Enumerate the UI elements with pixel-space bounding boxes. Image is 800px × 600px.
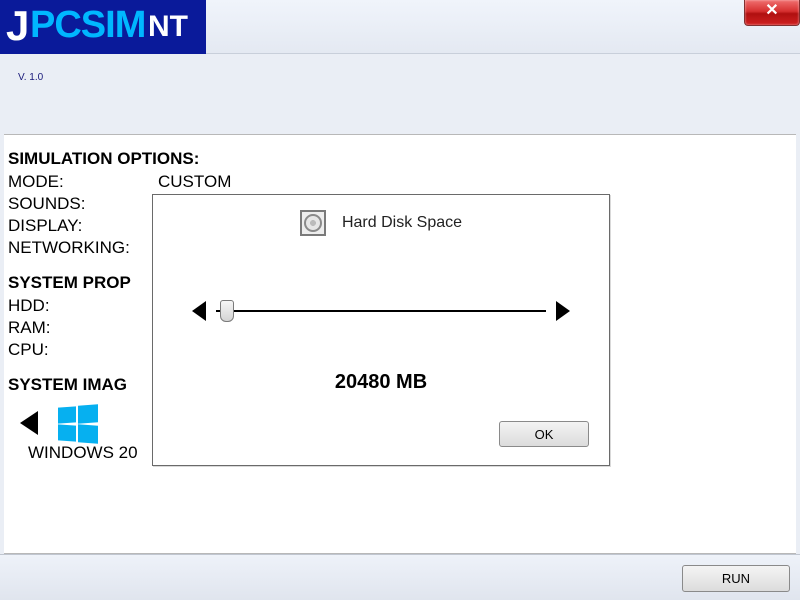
hard-disk-icon [300,210,326,236]
dialog-header: Hard Disk Space [153,195,609,251]
logo-pcsim: PCSIM [30,4,145,47]
simulation-options-heading: SIMULATION OPTIONS: [8,149,792,169]
title-bar: J PCSIM NT ✕ [0,0,800,54]
slider-row [153,299,609,323]
sounds-label: SOUNDS: [8,193,158,215]
cpu-label: CPU: [8,339,158,361]
close-button[interactable]: ✕ [744,0,800,26]
hard-disk-space-dialog: Hard Disk Space 20480 MB OK [152,194,610,466]
display-label: DISPLAY: [8,215,158,237]
mode-label: MODE: [8,171,158,193]
version-label: V. 1.0 [18,72,43,83]
run-button[interactable]: RUN [682,565,790,592]
dialog-title: Hard Disk Space [342,214,462,232]
slider-value: 20480 MB [153,371,609,394]
app-logo: J PCSIM NT [0,0,206,54]
slider-decrease-icon[interactable] [192,301,206,321]
logo-nt: NT [148,10,188,44]
slider-thumb[interactable] [220,300,234,322]
option-row-mode: MODE: CUSTOM [8,171,792,193]
close-icon: ✕ [765,2,778,19]
slider-increase-icon[interactable] [556,301,570,321]
windows-icon [58,403,98,443]
mode-value[interactable]: CUSTOM [158,171,231,193]
hdd-label: HDD: [8,295,158,317]
footer-bar: RUN [0,554,800,600]
networking-label: NETWORKING: [8,237,158,259]
slider-line [216,310,546,312]
logo-letter-j: J [6,2,29,50]
ram-label: RAM: [8,317,158,339]
imager-prev-icon[interactable] [20,411,38,435]
slider-track[interactable] [216,299,546,323]
ok-button[interactable]: OK [499,421,589,447]
